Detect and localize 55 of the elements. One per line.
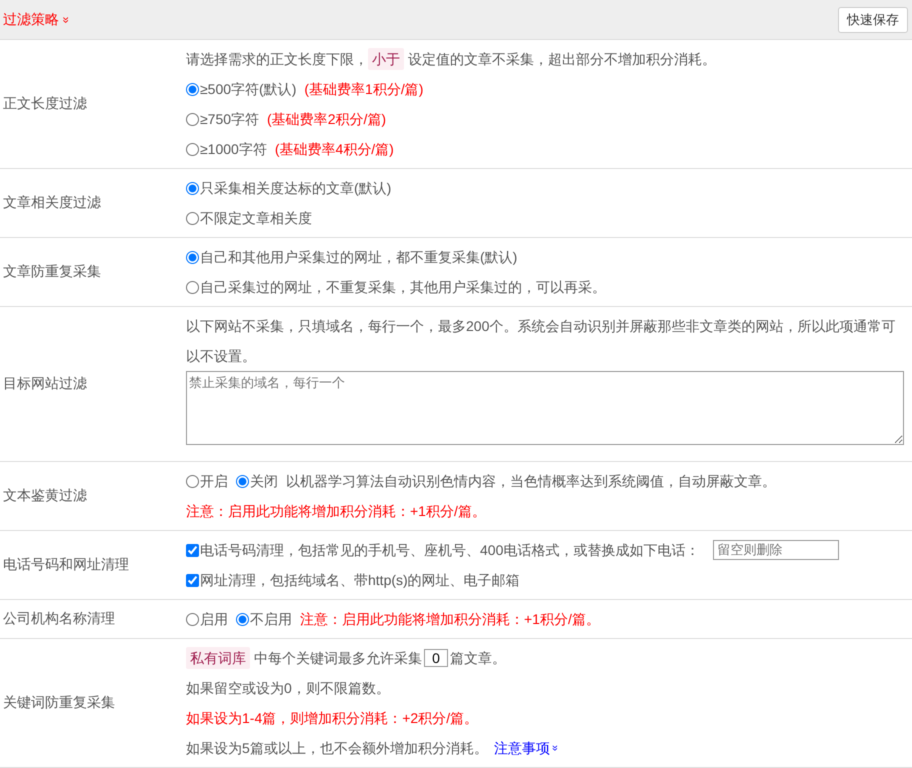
radio-option[interactable]: 不限定文章相关度 <box>186 203 312 233</box>
setting-label: 公司机构名称清理 <box>2 609 116 628</box>
radio-option[interactable]: ≥750字符 <box>186 104 260 134</box>
setting-label: 电话号码和网址清理 <box>2 555 130 574</box>
radio-button[interactable] <box>236 612 249 626</box>
description-text: 篇文章。 <box>450 649 506 668</box>
description-text: 以机器学习算法自动识别色情内容，当色情概率达到系统阈值，自动屏蔽文章。 <box>286 472 776 491</box>
keyword-tag: 私有词库 <box>186 647 250 669</box>
radio-button[interactable] <box>186 82 199 96</box>
warning-text: 如果设为1-4篇，则增加积分消耗：+2积分/篇。 <box>186 709 478 728</box>
description-text: 如果留空或设为0，则不限篇数。 <box>186 679 390 698</box>
quick-save-button[interactable]: 快速保存 <box>838 6 908 32</box>
warning-text: (基础费率2积分/篇) <box>267 110 386 129</box>
description-text: 设定值的文章不采集，超出部分不增加积分消耗。 <box>408 50 716 69</box>
radio-button[interactable] <box>186 474 199 488</box>
radio-option[interactable]: 自己和其他用户采集过的网址，都不重复采集(默认) <box>186 242 518 272</box>
radio-option[interactable]: 开启 <box>186 466 228 496</box>
description-text: 中每个关键词最多允许采集 <box>254 649 422 668</box>
warning-text: (基础费率4积分/篇) <box>274 140 394 159</box>
radio-button[interactable] <box>236 474 249 488</box>
setting-label: 目标网站过滤 <box>2 374 88 393</box>
setting-label: 文本鉴黄过滤 <box>2 486 88 505</box>
setting-label: 文章相关度过滤 <box>2 193 102 212</box>
radio-button[interactable] <box>186 112 199 126</box>
radio-option[interactable]: 启用 <box>186 604 228 634</box>
radio-option[interactable]: 自己采集过的网址，不重复采集，其他用户采集过的，可以再采。 <box>186 272 606 302</box>
setting-label: 文章防重复采集 <box>2 262 102 281</box>
radio-button[interactable] <box>186 182 199 194</box>
radio-option[interactable]: 关闭 <box>236 466 278 496</box>
domain-textarea[interactable]: 禁止采集的域名，每行一个 <box>186 371 904 445</box>
notice-link[interactable]: 注意事项 » <box>494 733 558 763</box>
setting-label: 关键词防重复采集 <box>2 693 116 712</box>
warning-text: 注意：启用此功能将增加积分消耗：+1积分/篇。 <box>186 502 486 521</box>
setting-label: 正文长度过滤 <box>2 94 88 113</box>
radio-option[interactable]: 不启用 <box>236 604 292 634</box>
radio-option[interactable]: 只采集相关度达标的文章(默认) <box>186 173 392 203</box>
radio-option[interactable]: ≥500字符(默认) <box>186 74 296 104</box>
checkbox-option[interactable]: 网址清理，包括纯域名、带http(s)的网址、电子邮箱 <box>186 565 520 595</box>
count-input-field[interactable]: 0 <box>424 649 448 667</box>
radio-button[interactable] <box>186 142 199 156</box>
keyword-tag: 小于 <box>368 48 404 70</box>
description-text: 请选择需求的正文长度下限， <box>186 50 368 69</box>
warning-text: 注意：启用此功能将增加积分消耗：+1积分/篇。 <box>300 610 600 629</box>
warning-text: (基础费率1积分/篇) <box>304 80 424 99</box>
description-text: 如果设为5篇或以上，也不会额外增加积分消耗。 <box>186 739 488 758</box>
checkbox-option[interactable]: 电话号码清理，包括常见的手机号、座机号、400电话格式，或替换成如下电话： <box>186 535 700 565</box>
checkbox[interactable] <box>186 574 199 586</box>
checkbox[interactable] <box>186 544 199 556</box>
radio-button[interactable] <box>186 280 199 294</box>
phone-input-field[interactable]: 留空则删除 <box>713 540 840 560</box>
radio-button[interactable] <box>186 250 199 264</box>
radio-option[interactable]: ≥1000字符 <box>186 134 267 164</box>
radio-button[interactable] <box>186 212 199 224</box>
radio-button[interactable] <box>186 612 199 626</box>
description-text: 以下网站不采集，只填域名，每行一个，最多200个。系统会自动识别并屏蔽那些非文章类的网站，所以此项通常可以不设置。 <box>186 317 896 366</box>
